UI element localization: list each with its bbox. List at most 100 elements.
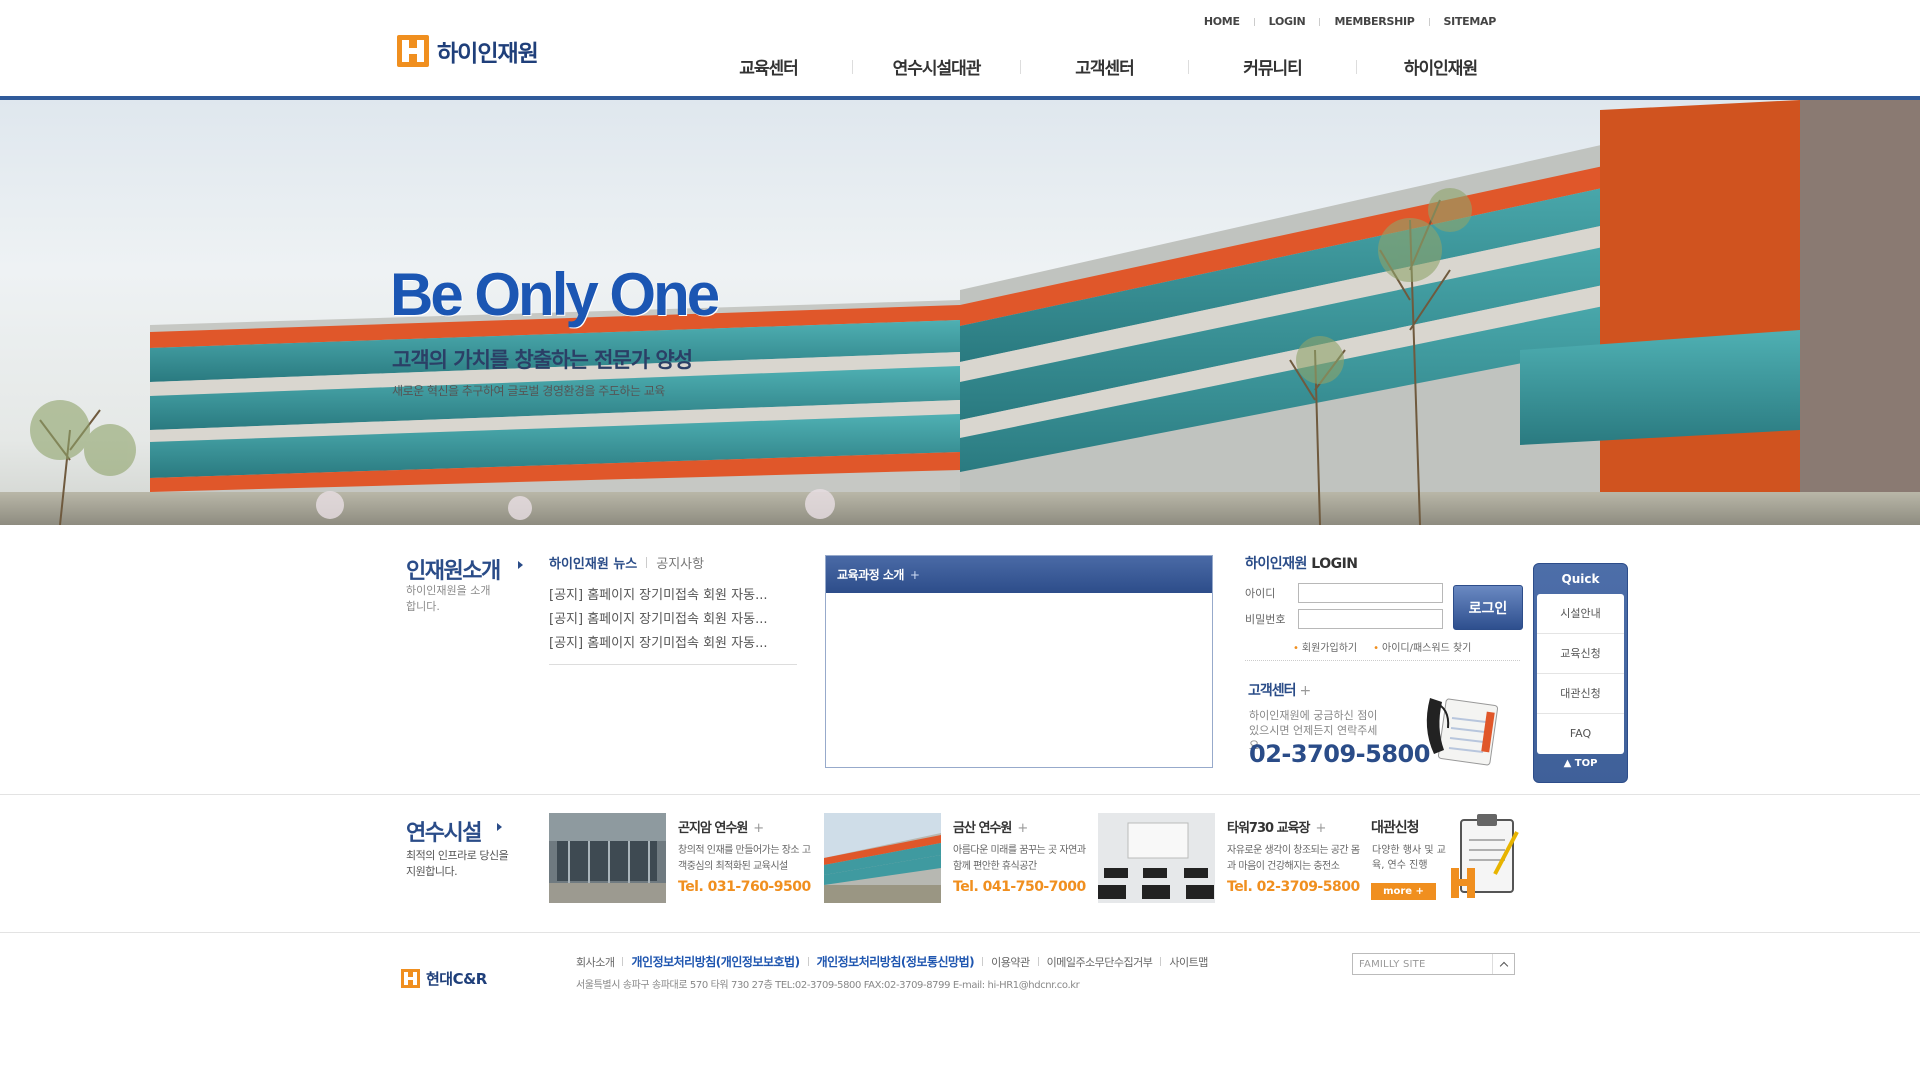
facility-photo: [549, 813, 666, 903]
password-label: 비밀번호: [1245, 613, 1286, 626]
facility-name-text: 타워730 교육장: [1227, 821, 1310, 836]
scroll-top-button[interactable]: ▲ TOP: [1534, 754, 1627, 773]
login-title-prefix: 하이인재원: [1245, 556, 1307, 572]
facility-text: 창의적 인재를 만들어가는 장소 고객중심의 최적화된 교육시설: [678, 845, 811, 872]
news-tabs: 하이인재원 뉴스 공지사항: [549, 553, 704, 572]
login-button[interactable]: 로그인: [1453, 585, 1523, 630]
hero-title: Be Only One: [390, 261, 720, 328]
plus-icon: +: [1315, 821, 1326, 836]
find-account-label: 아이디/패스워드 찾기: [1382, 643, 1472, 654]
quick-menu-list: 시설안내 교육신청 대관신청 FAQ: [1537, 594, 1624, 754]
family-site-select[interactable]: FAMILLY SITE: [1352, 953, 1515, 975]
footer-link-terms[interactable]: 이용약관: [983, 954, 1037, 970]
id-label: 아이디: [1245, 587, 1276, 600]
nav-education-center[interactable]: 교육센터: [685, 54, 852, 79]
quick-course-apply[interactable]: 교육신청: [1537, 634, 1624, 674]
news-list: [공지] 홈페이지 장기미접속 회원 자동... [공지] 홈페이지 장기미접속…: [549, 584, 797, 665]
plus-icon: +: [909, 568, 920, 582]
customer-phone: 02-3709-5800: [1249, 740, 1430, 768]
customer-center-title[interactable]: 고객센터 +: [1248, 680, 1312, 700]
quick-rental-apply[interactable]: 대관신청: [1537, 674, 1624, 714]
login-title: 하이인재원 LOGIN: [1245, 553, 1358, 573]
arrow-right-icon: [518, 561, 523, 569]
h-logo-icon: [401, 969, 420, 988]
news-item[interactable]: [공지] 홈페이지 장기미접속 회원 자동...: [549, 632, 797, 656]
facility-tel: Tel. 041-750-7000: [953, 879, 1086, 895]
utility-sitemap-link[interactable]: SITEMAP: [1430, 15, 1510, 28]
facility-name: 곤지암 연수원 +: [678, 817, 764, 836]
footer-link-sitemap[interactable]: 사이트맵: [1161, 954, 1215, 970]
facility-name-text: 곤지암 연수원: [678, 821, 748, 836]
facility-name: 타워730 교육장 +: [1227, 817, 1326, 836]
arrow-right-icon: [497, 823, 502, 831]
h-logo-icon: [397, 35, 429, 67]
nav-community[interactable]: 커뮤니티: [1189, 54, 1356, 79]
footer-address: 서울특별시 송파구 송파대로 570 타워 730 27층 TEL:02-370…: [576, 980, 1080, 991]
facility-name-text: 금산 연수원: [953, 821, 1012, 836]
quick-menu-title: Quick: [1561, 572, 1600, 586]
building-image: [0, 100, 1920, 525]
facility-card-tower730[interactable]: 타워730 교육장 + 자유로운 생각이 창조되는 공간 몸과 마음이 건강해지는…: [1098, 813, 1363, 903]
clipboard-icon: [1451, 814, 1519, 898]
logo-text: 하이인재원: [437, 41, 539, 67]
news-item[interactable]: [공지] 홈페이지 장기미접속 회원 자동...: [549, 608, 797, 632]
utility-nav: HOME LOGIN MEMBERSHIP SITEMAP: [1190, 15, 1510, 28]
intro-description: 하이인재원을 소개합니다.: [406, 584, 491, 613]
chevron-up-icon[interactable]: [1492, 954, 1514, 974]
nav-about[interactable]: 하이인재원: [1357, 54, 1524, 79]
course-intro-panel: 교육과정 소개 +: [825, 555, 1213, 768]
facility-text: 자유로운 생각이 창조되는 공간 몸과 마음이 건강해지는 충전소: [1227, 845, 1360, 872]
page: 하이인재원 HOME LOGIN MEMBERSHIP SITEMAP 교육센터…: [0, 0, 1920, 1080]
header: 하이인재원 HOME LOGIN MEMBERSHIP SITEMAP 교육센터…: [0, 0, 1920, 100]
family-site-value: FAMILLY SITE: [1359, 958, 1426, 970]
facilities-description: 최적의 인프라로 당신을 지원합니다.: [406, 849, 509, 878]
bullet-icon: •: [1373, 643, 1380, 654]
login-links: • 회원가입하기 • 아이디/패스워드 찾기: [1293, 639, 1471, 654]
nav-facility-rental[interactable]: 연수시설대관: [853, 54, 1020, 79]
footer-logo-text: 현대C&R: [426, 970, 487, 988]
password-input[interactable]: [1298, 609, 1443, 629]
plus-icon: +: [1017, 821, 1028, 836]
footer-link-email-policy[interactable]: 이메일주소무단수집거부: [1039, 954, 1161, 970]
site-logo[interactable]: 하이인재원: [397, 34, 539, 68]
find-account-link[interactable]: • 아이디/패스워드 찾기: [1373, 639, 1471, 654]
course-intro-header[interactable]: 교육과정 소개 +: [826, 556, 1212, 593]
id-input[interactable]: [1298, 583, 1443, 603]
intro-title[interactable]: 인재원소개: [406, 553, 501, 585]
facility-card-geumsan[interactable]: 금산 연수원 + 아름다운 미래를 꿈꾸는 곳 자연과 함께 편안한 휴식공간 T…: [824, 813, 1089, 903]
hero-banner: Be Only One 고객의 가치를 창출하는 전문가 양성 새로운 혁신을 …: [0, 100, 1920, 525]
footer-link-company[interactable]: 회사소개: [576, 954, 622, 970]
phone-icon: [1426, 698, 1499, 766]
nav-customer-center[interactable]: 고객센터: [1021, 54, 1188, 79]
facility-text: 아름다운 미래를 꿈꾸는 곳 자연과 함께 편안한 휴식공간: [953, 845, 1086, 872]
rental-title[interactable]: 대관신청: [1371, 817, 1420, 837]
utility-membership-link[interactable]: MEMBERSHIP: [1320, 15, 1428, 28]
customer-center-label: 고객센터: [1248, 683, 1297, 699]
facility-photo: [824, 813, 941, 903]
utility-login-link[interactable]: LOGIN: [1255, 15, 1320, 28]
course-intro-title: 교육과정 소개: [837, 568, 904, 582]
footer-link-privacy-network[interactable]: 개인정보처리방침(정보통신망법): [809, 953, 983, 970]
bullet-icon: •: [1293, 643, 1299, 654]
footer-link-privacy-pipa[interactable]: 개인정보처리방침(개인정보보호법): [623, 953, 807, 970]
quick-menu: Quick 시설안내 교육신청 대관신청 FAQ ▲ TOP: [1533, 563, 1628, 783]
quick-facility-info[interactable]: 시설안내: [1537, 594, 1624, 634]
quick-faq[interactable]: FAQ: [1537, 714, 1624, 754]
tab-notice[interactable]: 공지사항: [656, 553, 704, 572]
divider: [646, 557, 648, 568]
hero-description: 새로운 혁신을 추구하여 글로벌 경영환경을 주도하는 교육: [392, 384, 665, 398]
facility-tel: Tel. 02-3709-5800: [1227, 879, 1360, 895]
plus-icon: +: [753, 821, 764, 836]
footer-links: 회사소개 개인정보처리방침(개인정보보호법) 개인정보처리방침(정보통신망법) …: [576, 953, 1216, 970]
facility-card-gonjiam[interactable]: 곤지암 연수원 + 창의적 인재를 만들어가는 장소 고객중심의 최적화된 교육시…: [549, 813, 814, 903]
login-title-suffix: LOGIN: [1311, 556, 1358, 572]
more-button[interactable]: more +: [1371, 883, 1436, 900]
facilities-title[interactable]: 연수시설: [406, 815, 482, 847]
utility-home-link[interactable]: HOME: [1190, 15, 1254, 28]
tab-news[interactable]: 하이인재원 뉴스: [549, 553, 637, 572]
plus-icon: +: [1299, 683, 1312, 699]
news-item[interactable]: [공지] 홈페이지 장기미접속 회원 자동...: [549, 584, 797, 608]
join-link-label: 회원가입하기: [1301, 643, 1358, 654]
hero-subtitle: 고객의 가치를 창출하는 전문가 양성: [392, 348, 693, 372]
join-link[interactable]: • 회원가입하기: [1293, 639, 1357, 654]
